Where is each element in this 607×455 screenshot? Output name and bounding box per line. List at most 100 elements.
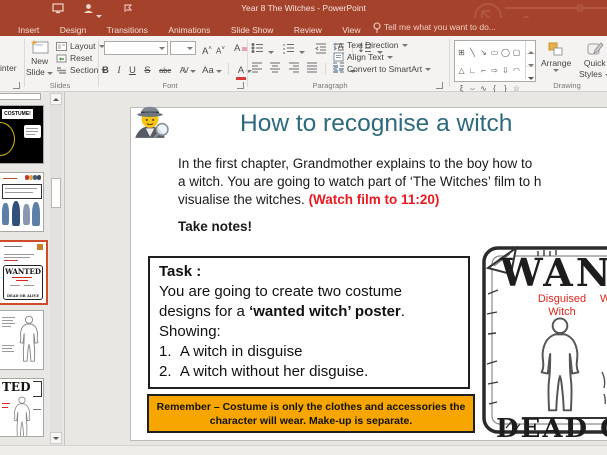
font-dialog-launcher[interactable] <box>237 82 244 89</box>
quick-styles-icon <box>587 42 604 55</box>
character-spacing-dropdown-icon[interactable] <box>189 70 196 73</box>
body-text-line2[interactable]: a witch. You are going to watch part of … <box>178 174 541 189</box>
change-case-dropdown-icon[interactable] <box>215 70 222 73</box>
paragraph-group-label: Paragraph <box>312 81 348 90</box>
clipboard-dialog-launcher[interactable] <box>13 82 20 89</box>
start-slideshow-icon[interactable] <box>52 3 64 14</box>
poster-disguised-label: Disguised <box>538 293 586 305</box>
format-painter-label-fragment[interactable]: inter <box>0 63 17 73</box>
thumbnail-scroll-down-button[interactable] <box>50 432 62 444</box>
align-center-icon[interactable] <box>269 61 281 73</box>
poster-wanted-text: WANTED <box>499 250 607 295</box>
thumb4-body-outline <box>19 315 39 362</box>
poster-disguised-label2: Witch <box>548 306 576 318</box>
poster-second-label-fragment: Witch <box>600 293 607 305</box>
font-size-combobox[interactable] <box>170 41 196 55</box>
align-right-icon[interactable] <box>288 61 300 73</box>
justify-icon[interactable] <box>306 61 318 73</box>
thumb1-yellow-circle <box>0 122 15 156</box>
slide-thumbnail-5[interactable]: TED <box>0 378 44 437</box>
thumbnail-scroll-up-button[interactable] <box>50 93 62 105</box>
svg-text:A: A <box>338 42 344 50</box>
character-spacing-button[interactable]: AV <box>178 63 190 79</box>
font-group-label: Font <box>162 81 178 90</box>
new-slide-icon <box>30 40 49 54</box>
task-heading: Task : <box>159 263 202 280</box>
task-item-1: 1. A witch in disguise <box>159 343 303 360</box>
watch-film-note: (Watch film to 11:20) <box>308 192 440 207</box>
convert-smartart-icon <box>334 65 343 73</box>
thumb3-emoji-marker <box>37 244 43 250</box>
tell-me-box[interactable]: Tell me what you want to do... <box>373 18 496 36</box>
slide-thumbnail-2[interactable] <box>0 172 44 232</box>
ribbon-home: inter New Slide Layout Reset Section Sli… <box>0 36 607 93</box>
arrange-icon <box>548 42 563 56</box>
powerpoint-window: Year 8 The Witches - PowerPoint Insert D… <box>0 0 607 455</box>
poster-dead-or-alive-text: DEAD OR ALIVE <box>496 414 607 441</box>
underline-button[interactable]: U <box>127 63 138 79</box>
ribbon-tabs: Insert Design Transitions Animations Sli… <box>0 18 607 36</box>
thumbnail-scrollbar[interactable] <box>50 92 62 445</box>
shrink-font-button[interactable]: A˅ <box>214 41 227 60</box>
convert-smartart-button[interactable]: Convert to SmartArt <box>333 64 432 74</box>
align-text-button[interactable]: Align Text <box>333 52 393 62</box>
bullets-dropdown-icon[interactable] <box>268 51 275 54</box>
strikethrough-button[interactable]: S <box>142 63 152 79</box>
thumbnail-scrollbar-thumb[interactable] <box>51 178 61 208</box>
arrange-button[interactable]: Arrange <box>541 41 571 72</box>
task-line2: designs for a ‘wanted witch’ poster. <box>159 303 405 320</box>
italic-button[interactable]: I <box>115 63 122 79</box>
font-name-combobox[interactable] <box>104 41 168 55</box>
task-box[interactable]: Task : You are going to create two costu… <box>148 256 470 389</box>
status-bar <box>0 445 607 455</box>
change-case-button[interactable]: Aa <box>200 63 216 79</box>
window-title: Year 8 The Witches - PowerPoint <box>241 3 366 13</box>
text-direction-icon: A <box>333 42 344 50</box>
body-text-line1[interactable]: In the first chapter, Grandmother explai… <box>178 156 532 171</box>
take-notes-text[interactable]: Take notes! <box>178 219 252 234</box>
shapes-gallery[interactable]: ⊞ ╲ ↘ ▭ ◯ ▢△ ∟ ⌐ ⇨ ⇩ ◠ξ ⌣ ∿{} ☆ <box>454 40 536 93</box>
gallery-scroll-up[interactable] <box>526 41 535 54</box>
clear-formatting-button[interactable]: A <box>232 41 248 57</box>
thumb3-mini-poster: WANTED DEAD OR ALIVE <box>3 265 43 300</box>
new-slide-button[interactable]: New Slide <box>26 39 54 77</box>
drawing-group-label: Drawing <box>553 81 581 90</box>
numbering-dropdown-icon[interactable] <box>299 51 306 54</box>
align-left-icon[interactable] <box>251 61 263 73</box>
share-user-icon[interactable] <box>83 3 94 14</box>
decrease-indent-icon[interactable] <box>314 42 327 54</box>
text-direction-button[interactable]: A Text Direction <box>333 40 408 50</box>
thumb2-text-box <box>2 184 42 199</box>
subscript-abc-button[interactable]: abc <box>157 63 173 79</box>
font-color-button[interactable]: A <box>235 65 247 80</box>
slides-group-label: Slides <box>49 81 71 90</box>
gallery-more-button[interactable] <box>526 66 535 80</box>
bullets-icon[interactable] <box>251 42 264 54</box>
task-line1: You are going to create two costume <box>159 283 402 300</box>
gallery-scroll-down[interactable] <box>526 53 535 67</box>
reminder-line1: Remember – Costume is only the clothes a… <box>156 401 466 413</box>
slide-title[interactable]: How to recognise a witch <box>240 110 607 138</box>
wanted-poster-image[interactable]: WANTED Disguised Witch Witch DEAD OR ALI… <box>476 232 607 441</box>
grow-font-button[interactable]: A˄ <box>200 41 214 60</box>
thumb1-costume-label: COSTUME! <box>2 109 33 119</box>
reset-icon <box>56 54 67 62</box>
quick-access-icon[interactable] <box>124 4 132 13</box>
reminder-line2: character will wear. Make-up is separate… <box>209 415 413 427</box>
reminder-box[interactable]: Remember – Costume is only the clothes a… <box>147 394 475 433</box>
reset-button[interactable]: Reset <box>56 53 92 63</box>
numbering-icon[interactable] <box>282 42 295 54</box>
slide-thumbnail-1[interactable]: COSTUME! <box>0 105 44 164</box>
task-line3: Showing: <box>159 323 221 340</box>
slide-thumbnail-3-selected[interactable]: WANTED DEAD OR ALIVE <box>0 240 48 305</box>
thumbnail-partial-top[interactable] <box>0 93 41 100</box>
layout-icon <box>56 41 67 51</box>
body-text-line3[interactable]: visualise the witches. (Watch film to 11… <box>178 192 439 207</box>
lightbulb-icon <box>373 21 381 32</box>
align-text-icon <box>333 52 344 62</box>
quick-styles-button[interactable]: Quick Styles <box>579 41 607 79</box>
bold-button[interactable]: B <box>100 63 111 79</box>
paragraph-dialog-launcher[interactable] <box>436 82 443 89</box>
slide-thumbnail-4[interactable] <box>0 310 44 370</box>
title-bar: Year 8 The Witches - PowerPoint <box>0 0 607 31</box>
